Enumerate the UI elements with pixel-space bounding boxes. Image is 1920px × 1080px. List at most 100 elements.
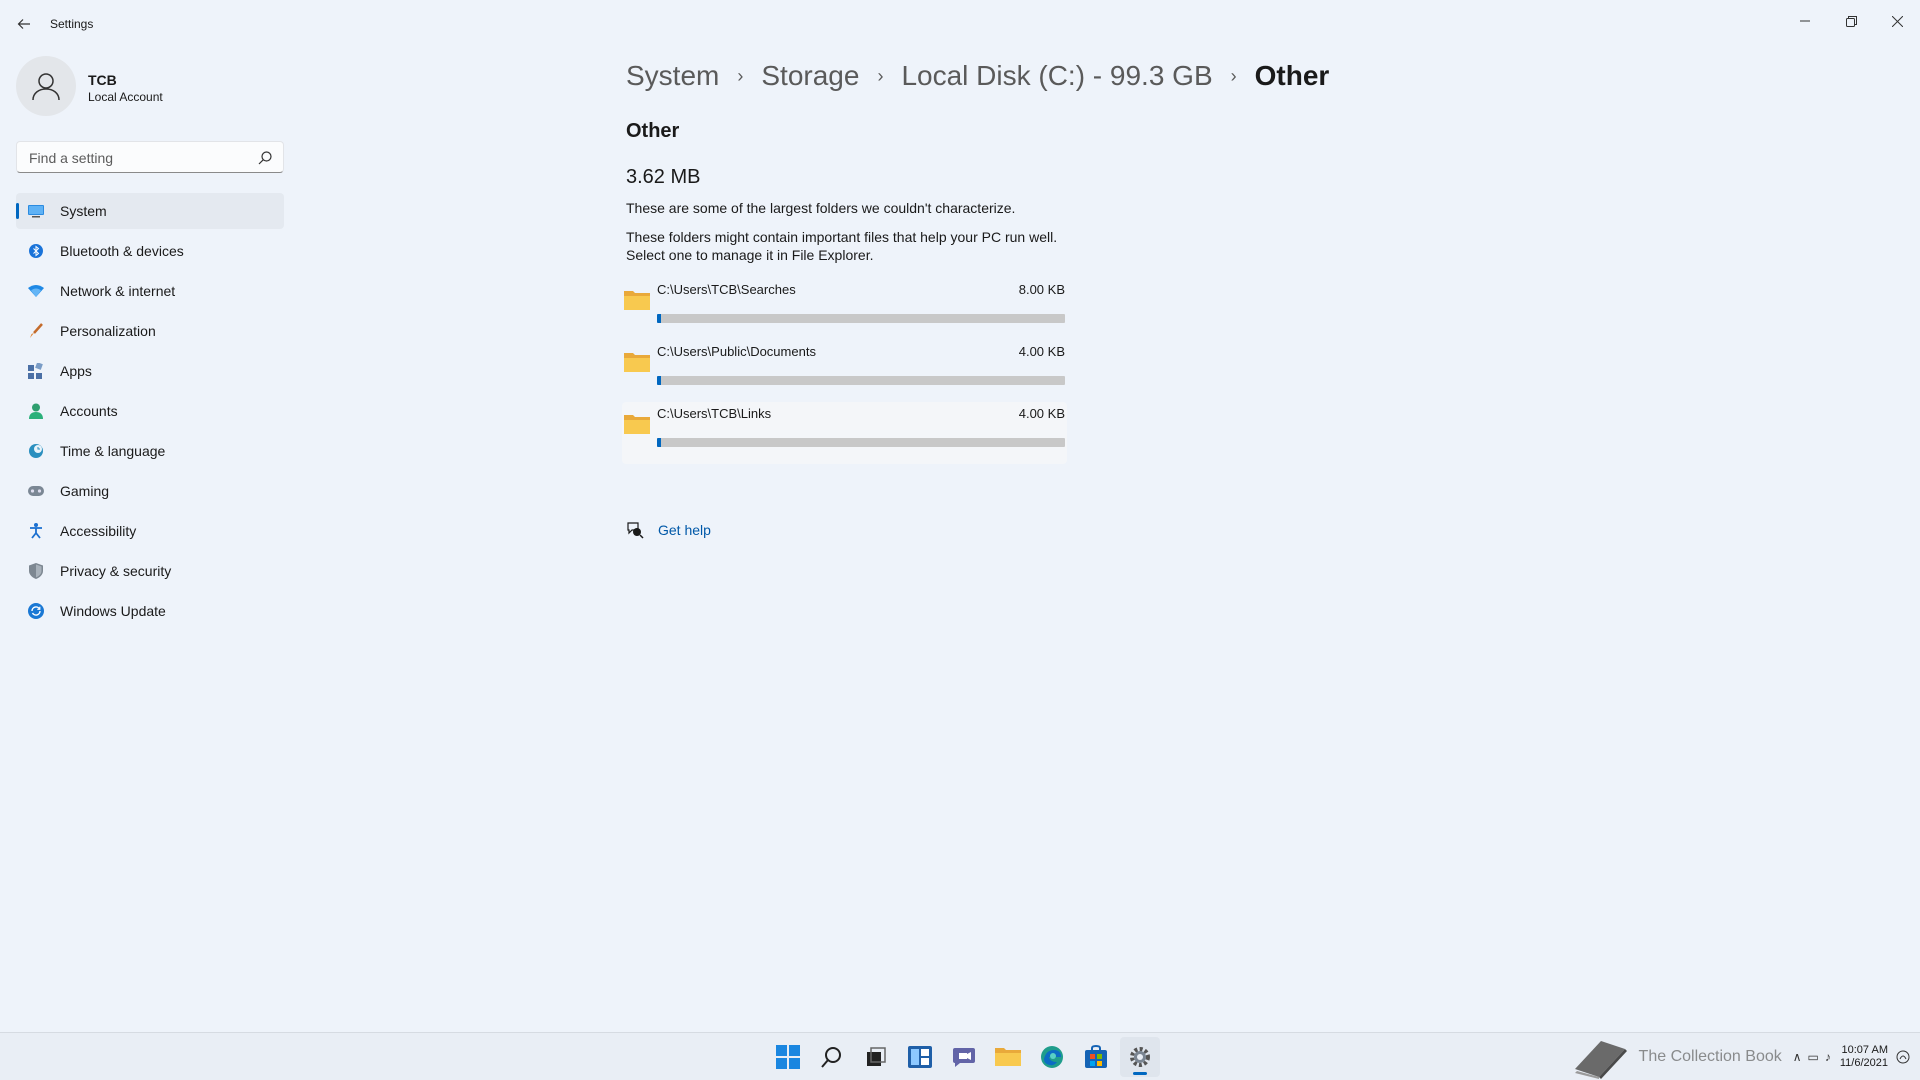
user-profile[interactable]: TCB Local Account <box>16 56 286 120</box>
folder-path: C:\Users\TCB\Searches <box>657 282 796 297</box>
gamepad-icon <box>28 483 44 499</box>
clock-time: 10:07 AM <box>1841 1044 1888 1056</box>
sidebar-item-label: System <box>60 203 107 219</box>
sidebar-item-personalization[interactable]: Personalization <box>16 313 284 349</box>
task-view-button[interactable] <box>856 1037 896 1077</box>
sidebar-item-bluetooth-devices[interactable]: Bluetooth & devices <box>16 233 284 269</box>
network-icon[interactable]: ▭ <box>1808 1050 1819 1064</box>
file-explorer-button[interactable] <box>988 1037 1028 1077</box>
sidebar-item-time-language[interactable]: Time & language <box>16 433 284 469</box>
sidebar-item-apps[interactable]: Apps <box>16 353 284 389</box>
sidebar-item-label: Apps <box>60 363 92 379</box>
sidebar-item-label: Accounts <box>60 403 118 419</box>
volume-icon[interactable]: ♪ <box>1825 1050 1831 1064</box>
widgets-button[interactable] <box>900 1037 940 1077</box>
chevron-right-icon: › <box>1230 65 1237 86</box>
minimize-button[interactable] <box>1782 6 1828 36</box>
folder-icon <box>624 291 650 310</box>
folder-icon <box>624 353 650 372</box>
sidebar-item-system[interactable]: System <box>16 193 284 229</box>
chat-button[interactable] <box>944 1037 984 1077</box>
chat-icon <box>953 1048 975 1067</box>
breadcrumb-current: Other <box>1254 60 1330 91</box>
usage-fill <box>657 314 662 323</box>
folder-usage-bar <box>657 376 1065 385</box>
sidebar-item-windows-update[interactable]: Windows Update <box>16 593 284 629</box>
folder-row-links[interactable]: C:\Users\TCB\Links 4.00 KB <box>622 402 1067 464</box>
taskbar: The Collection Book ∧ ▭ ♪ 10:07 AM 11/6/… <box>0 1032 1920 1080</box>
search-icon <box>821 1047 841 1068</box>
settings-icon <box>1130 1047 1150 1067</box>
sidebar-item-label: Bluetooth & devices <box>60 243 184 259</box>
edge-button[interactable] <box>1032 1037 1072 1077</box>
taskbar-apps <box>768 1037 1164 1077</box>
breadcrumb-storage[interactable]: Storage <box>761 60 859 92</box>
sidebar-item-network-internet[interactable]: Network & internet <box>16 273 284 309</box>
sidebar-item-label: Network & internet <box>60 283 176 299</box>
sidebar-item-label: Windows Update <box>60 603 166 619</box>
settings-taskbar-button[interactable] <box>1120 1037 1160 1077</box>
breadcrumb-local-disk[interactable]: Local Disk (C:) - 99.3 GB <box>901 60 1212 92</box>
section-title: Other <box>626 120 680 142</box>
sidebar-item-gaming[interactable]: Gaming <box>16 473 284 509</box>
total-size: 3.62 MB <box>626 166 701 188</box>
tray-icons[interactable]: ∧ ▭ ♪ <box>1790 1050 1834 1064</box>
wifi-icon <box>28 283 44 299</box>
person-avatar-icon <box>32 73 60 101</box>
search-input[interactable] <box>27 148 247 168</box>
bluetooth-icon <box>28 243 44 259</box>
clock-date: 11/6/2021 <box>1839 1057 1888 1069</box>
sidebar-item-label: Gaming <box>60 483 110 499</box>
store-button[interactable] <box>1076 1037 1116 1077</box>
restore-button[interactable] <box>1828 6 1874 36</box>
globe-clock-icon <box>28 443 44 459</box>
clock[interactable]: 10:07 AM 11/6/2021 <box>1840 1044 1888 1070</box>
apps-icon <box>28 363 44 379</box>
description-line: These folders might contain important fi… <box>626 229 1058 245</box>
folder-row-public-documents[interactable]: C:\Users\Public\Documents 4.00 KB <box>622 340 1067 402</box>
usage-fill <box>657 376 662 385</box>
taskbar-search-button[interactable] <box>812 1037 852 1077</box>
breadcrumb: System › Storage › Local Disk (C:) - 99.… <box>626 54 1329 98</box>
profile-name: TCB <box>88 72 117 88</box>
app-title: Settings <box>50 17 94 31</box>
close-icon <box>1891 15 1903 27</box>
folder-usage-bar <box>657 314 1065 323</box>
get-help-icon <box>627 522 644 539</box>
widgets-icon <box>908 1046 932 1068</box>
notification-icon[interactable] <box>1896 1050 1910 1064</box>
arrow-left-icon <box>17 19 30 29</box>
sidebar-item-label: Personalization <box>60 323 156 339</box>
start-icon <box>776 1045 800 1069</box>
breadcrumb-system[interactable]: System <box>626 60 719 92</box>
folder-size: 4.00 KB <box>1018 406 1065 421</box>
search-box[interactable] <box>16 141 284 173</box>
update-icon <box>28 603 44 619</box>
folder-path: C:\Users\Public\Documents <box>657 344 816 359</box>
sidebar-item-accounts[interactable]: Accounts <box>16 393 284 429</box>
start-button[interactable] <box>768 1037 808 1077</box>
close-button[interactable] <box>1874 6 1920 36</box>
description-text: These are some of the largest folders we… <box>626 200 1016 216</box>
accessibility-icon <box>28 523 44 539</box>
description-text-2: These folders might contain important fi… <box>626 228 1057 264</box>
task-view-icon <box>867 1047 886 1066</box>
chevron-right-icon: › <box>877 65 884 86</box>
folder-size: 4.00 KB <box>1018 344 1065 359</box>
get-help-link[interactable]: Get help <box>626 520 711 540</box>
sidebar-item-accessibility[interactable]: Accessibility <box>16 513 284 549</box>
folder-path: C:\Users\TCB\Links <box>657 406 772 421</box>
back-button[interactable] <box>12 12 36 36</box>
chevron-up-icon[interactable]: ∧ <box>1793 1050 1802 1064</box>
person-icon <box>28 403 44 419</box>
monitor-icon <box>28 203 44 219</box>
chevron-right-icon: › <box>737 65 744 86</box>
search-icon[interactable] <box>257 150 273 166</box>
get-help-label: Get help <box>658 522 711 538</box>
sidebar-item-label: Privacy & security <box>60 563 172 579</box>
folder-row-searches[interactable]: C:\Users\TCB\Searches 8.00 KB <box>622 278 1067 340</box>
sidebar-item-privacy-security[interactable]: Privacy & security <box>16 553 284 589</box>
title-bar: Settings <box>0 0 1920 48</box>
watermark-text: The Collection Book <box>1638 1048 1782 1065</box>
sidebar-item-label: Time & language <box>60 443 166 459</box>
